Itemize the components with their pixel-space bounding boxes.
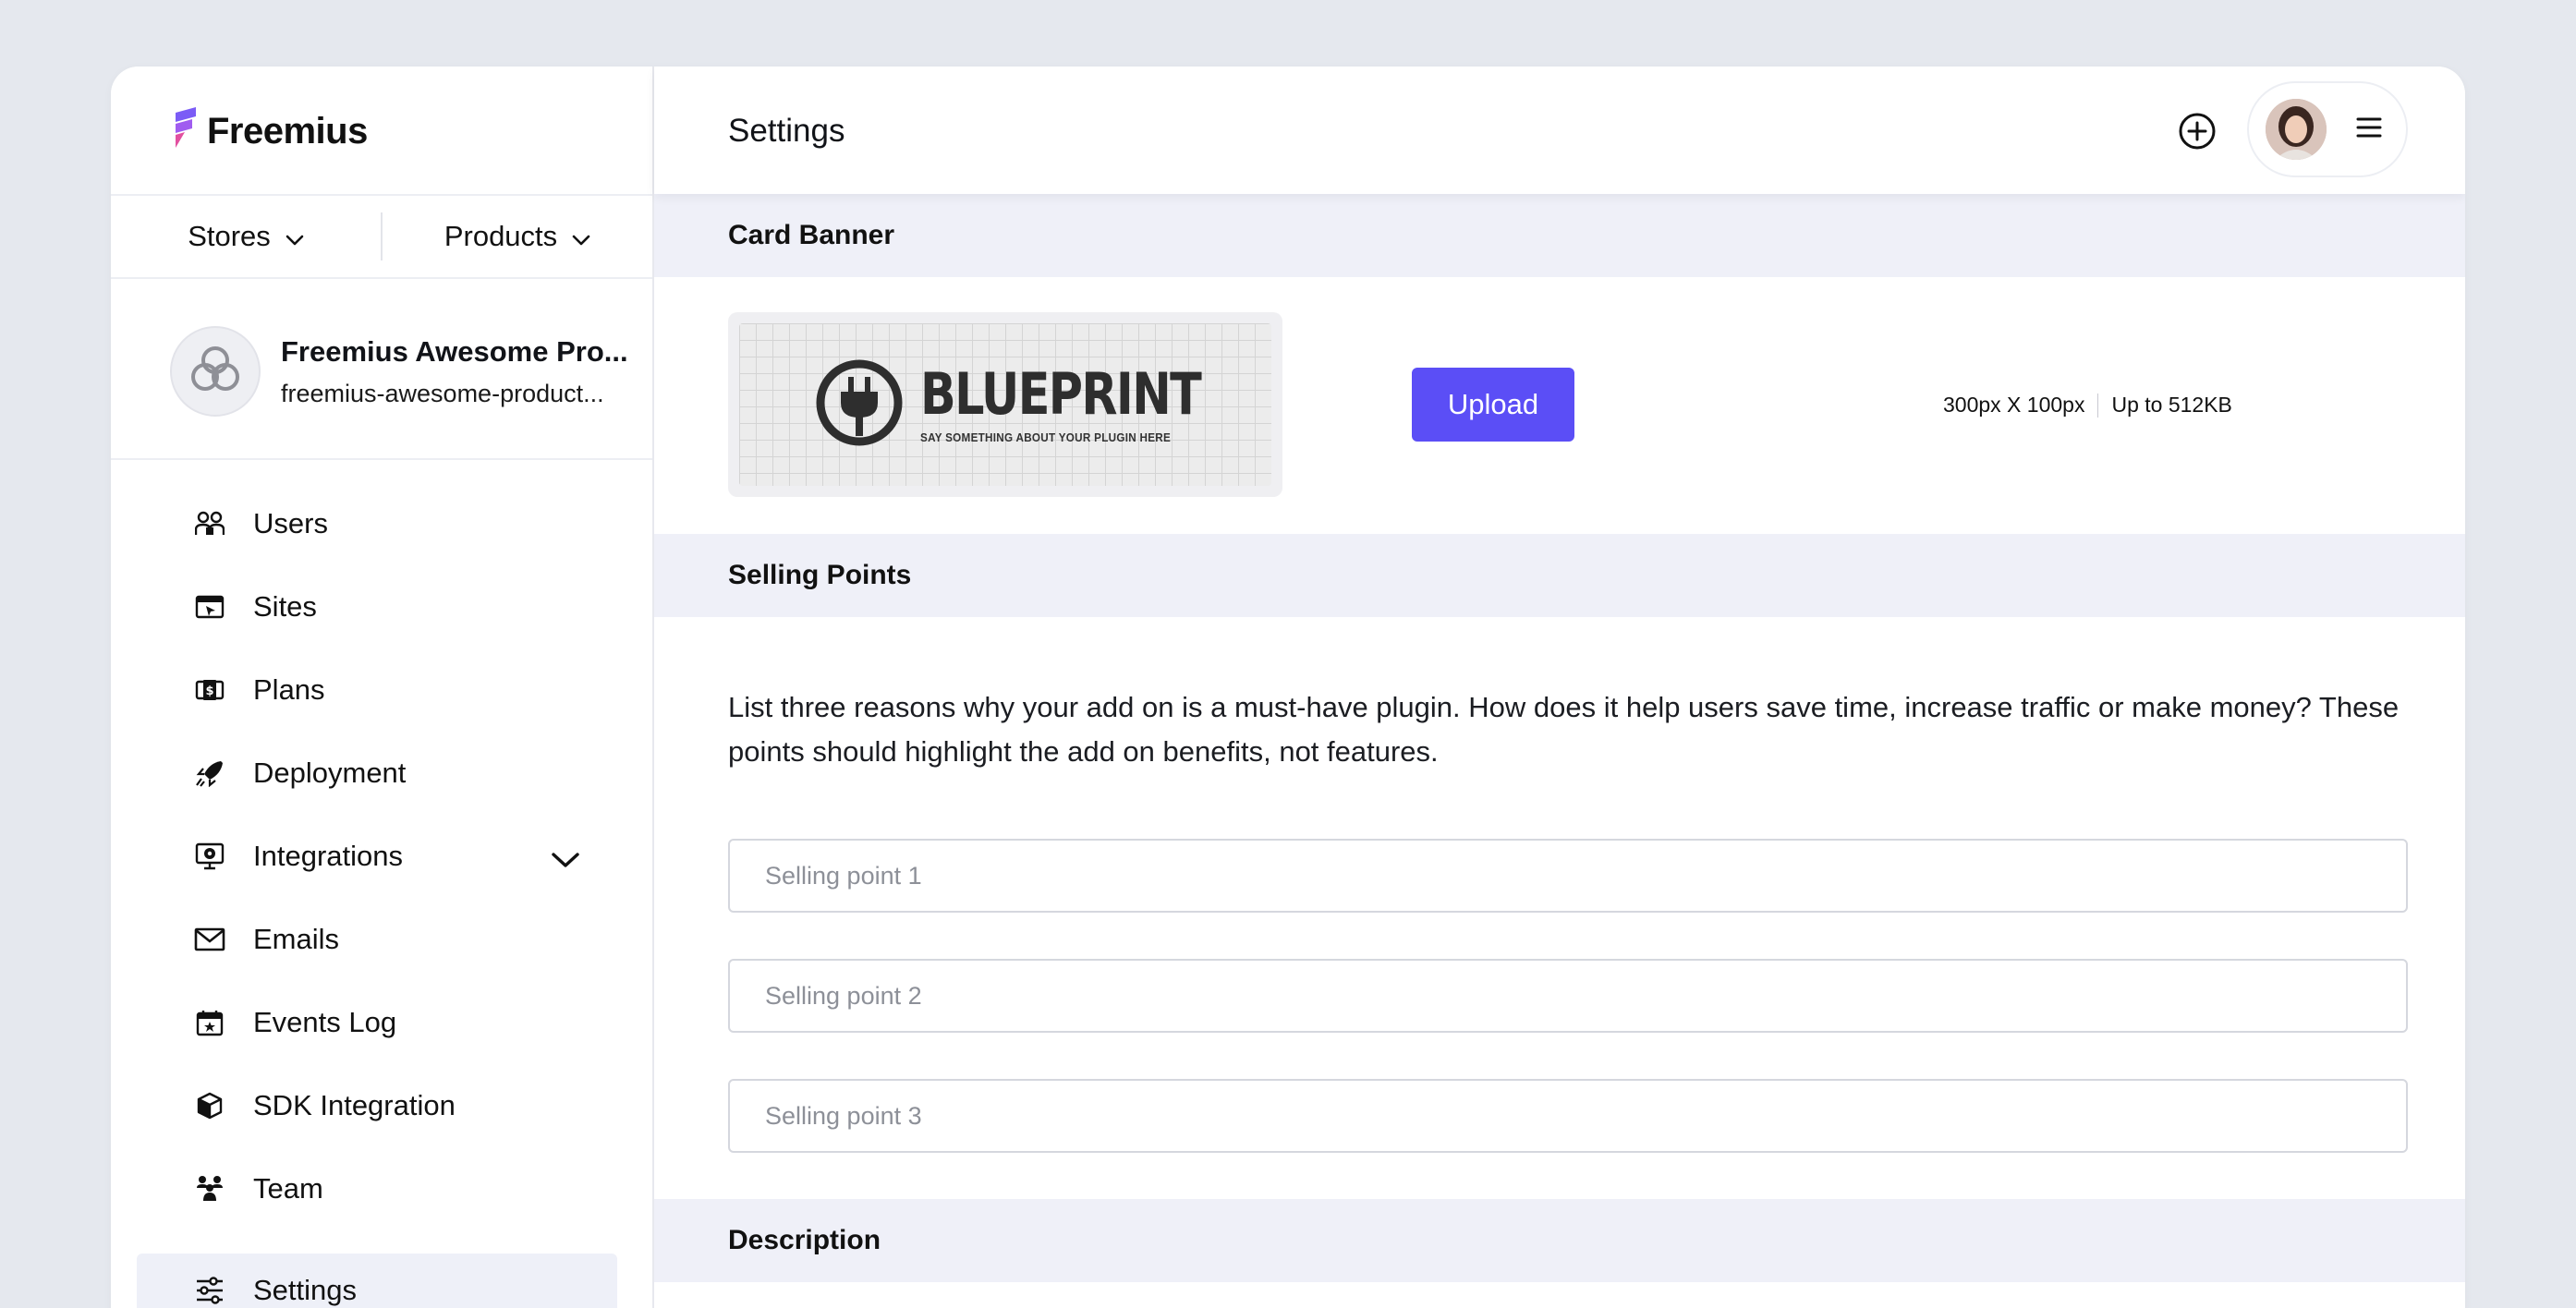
- sidebar-item-label: Emails: [253, 923, 340, 955]
- sidebar-item-sites[interactable]: Sites: [137, 570, 617, 644]
- stores-dropdown[interactable]: Stores: [111, 196, 381, 277]
- card-banner-heading: Card Banner: [654, 194, 2465, 277]
- sidebar-item-label: SDK Integration: [253, 1089, 456, 1121]
- users-icon: [194, 508, 225, 539]
- sidebar-item-label: Events Log: [253, 1006, 397, 1038]
- brand-logo[interactable]: Freemius: [172, 106, 368, 156]
- sidebar-item-deployment[interactable]: Deployment: [137, 736, 617, 810]
- products-label: Products: [444, 220, 558, 252]
- sidebar-item-label: Users: [253, 507, 328, 539]
- selling-point-3-input[interactable]: [728, 1079, 2408, 1153]
- banner-image: BLUEPRINT SAY SOMETHING ABOUT YOUR PLUGI…: [739, 323, 1271, 486]
- store-product-switcher: Stores Products: [111, 194, 652, 279]
- app-window: Freemius Stores Products Freemius Awesom…: [111, 67, 2465, 1308]
- banner-dimensions: 300px X 100px: [1943, 393, 2085, 417]
- chevron-down-icon: [572, 220, 590, 253]
- stores-label: Stores: [188, 220, 271, 252]
- divider: [111, 458, 652, 460]
- sidebar-item-plans[interactable]: $ Plans: [137, 653, 617, 727]
- add-icon[interactable]: [2177, 111, 2218, 151]
- sidebar-item-team[interactable]: Team: [137, 1152, 617, 1226]
- top-header: Settings: [654, 67, 2465, 194]
- svg-text:$: $: [205, 684, 213, 698]
- banner-requirements: 300px X 100px Up to 512KB: [1943, 393, 2232, 418]
- sidebar-item-label: Integrations: [253, 840, 403, 872]
- sidebar-item-label: Deployment: [253, 757, 407, 789]
- card-banner-preview: BLUEPRINT SAY SOMETHING ABOUT YOUR PLUGI…: [728, 312, 1282, 497]
- sidebar-item-label: Settings: [253, 1274, 358, 1306]
- product-logo-icon: [188, 342, 243, 402]
- sidebar-item-label: Sites: [253, 590, 317, 623]
- avatar: [2266, 99, 2327, 160]
- sidebar-item-label: Plans: [253, 673, 325, 706]
- sites-icon: [194, 591, 225, 623]
- chevron-down-icon[interactable]: [551, 843, 580, 877]
- product-name: Freemius Awesome Pro...: [281, 334, 628, 368]
- sidebar-item-events-log[interactable]: Events Log: [137, 986, 617, 1060]
- cube-icon: [194, 1090, 225, 1121]
- product-slug: freemius-awesome-product...: [281, 379, 604, 407]
- sliders-icon: [194, 1275, 225, 1306]
- plug-icon: [815, 358, 904, 452]
- selling-points-heading: Selling Points: [654, 534, 2465, 617]
- mail-icon: [194, 924, 225, 955]
- meta-divider: [2097, 393, 2099, 418]
- description-heading: Description: [654, 1199, 2465, 1282]
- calendar-icon: [194, 1007, 225, 1038]
- sidebar-item-users[interactable]: Users: [137, 487, 617, 561]
- sidebar-item-emails[interactable]: Emails: [137, 902, 617, 976]
- banner-image-title: BLUEPRINT: [920, 359, 1202, 428]
- current-product[interactable]: Freemius Awesome Pro... freemius-awesome…: [170, 325, 632, 418]
- user-menu[interactable]: [2247, 81, 2408, 177]
- chevron-down-icon: [286, 220, 304, 253]
- page-title: Settings: [728, 113, 845, 149]
- sidebar-item-label: Team: [253, 1172, 323, 1205]
- main-content: Settings Card Banner BLUEPRINT SAY SOMET…: [654, 67, 2465, 1308]
- hamburger-menu-icon: [2356, 116, 2382, 143]
- banner-max-size: Up to 512KB: [2111, 393, 2232, 417]
- sidebar: Freemius Stores Products Freemius Awesom…: [111, 67, 654, 1308]
- selling-point-2-input[interactable]: [728, 959, 2408, 1033]
- selling-point-1-input[interactable]: [728, 839, 2408, 913]
- upload-button[interactable]: Upload: [1412, 368, 1574, 442]
- plans-icon: $: [194, 674, 225, 706]
- sidebar-item-integrations[interactable]: Integrations: [137, 819, 617, 893]
- sidebar-item-settings[interactable]: Settings: [137, 1254, 617, 1308]
- freemius-logo-icon: [172, 106, 200, 156]
- banner-image-subtitle: SAY SOMETHING ABOUT YOUR PLUGIN HERE: [920, 430, 1172, 444]
- integrations-icon: [194, 841, 225, 872]
- products-dropdown[interactable]: Products: [383, 196, 652, 277]
- selling-points-description: List three reasons why your add on is a …: [728, 691, 2400, 768]
- team-icon: [194, 1173, 225, 1205]
- sidebar-item-sdk-integration[interactable]: SDK Integration: [137, 1069, 617, 1143]
- brand-name: Freemius: [207, 110, 368, 151]
- rocket-icon: [194, 757, 225, 789]
- product-avatar: [170, 326, 261, 417]
